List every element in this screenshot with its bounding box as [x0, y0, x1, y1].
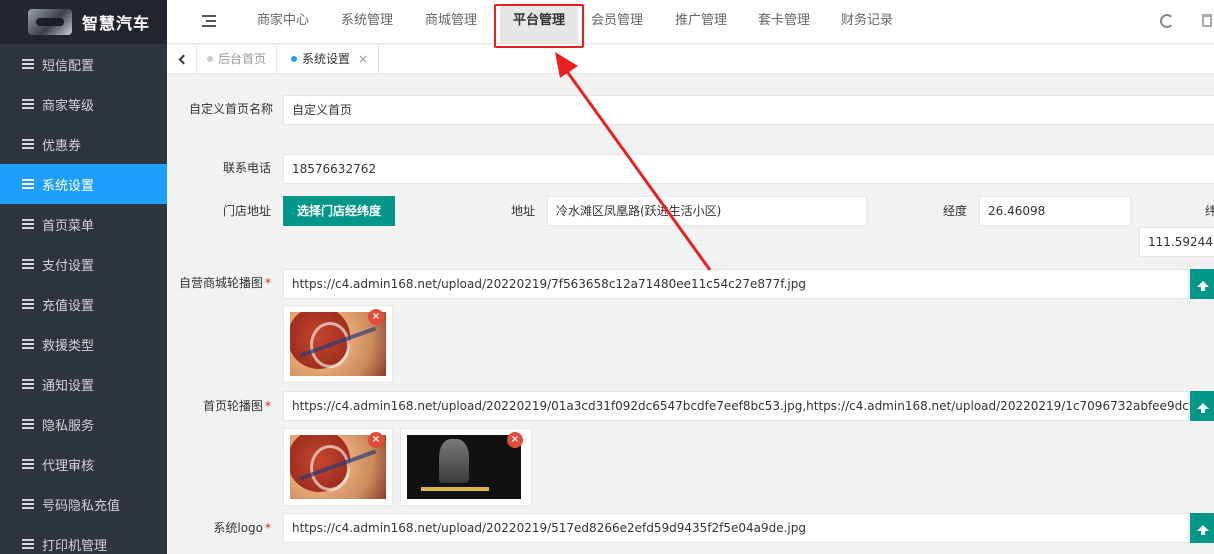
app-title: 智慧汽车 — [82, 14, 151, 33]
phone-input[interactable]: 18576632762 — [283, 154, 1214, 184]
sidebar: 智慧汽车 短信配置商家等级优惠券系统设置首页菜单支付设置充值设置救援类型通知设置… — [0, 0, 167, 554]
sidebar-item-label: 商家等级 — [42, 98, 95, 114]
sidebar-item[interactable]: 号码隐私充值 — [0, 484, 167, 524]
sidebar-item-label: 代理审核 — [42, 458, 95, 474]
tab-dot-icon — [291, 56, 297, 62]
mall-banner-input[interactable]: https://c4.admin168.net/upload/20220219/… — [283, 269, 1189, 299]
tab-prev-button[interactable] — [167, 45, 197, 74]
remove-image-icon[interactable]: × — [507, 432, 523, 448]
longitude-input[interactable]: 26.46098 — [979, 196, 1131, 226]
logo-input[interactable]: https://c4.admin168.net/upload/20220219/… — [283, 513, 1189, 543]
tab-dot-icon — [207, 56, 213, 62]
upload-icon — [1197, 281, 1209, 291]
tab-bar: 后台首页 系统设置 × — [167, 45, 1214, 74]
logo-upload-button[interactable] — [1190, 513, 1214, 543]
address-label: 地址 — [510, 204, 535, 218]
annotation-highlight-box — [494, 4, 584, 48]
tab-system-settings[interactable]: 系统设置 × — [281, 45, 380, 74]
home-banner-label: 首页轮播图 * — [202, 399, 271, 413]
list-icon — [22, 259, 34, 269]
select-location-button[interactable]: 选择门店经纬度 — [283, 196, 396, 226]
nav-card-management[interactable]: 套卡管理 — [750, 0, 818, 44]
logo-label: 系统logo * — [213, 521, 271, 535]
car-logo-icon — [28, 9, 72, 35]
mall-banner-thumbnail: × — [283, 305, 393, 383]
sidebar-item[interactable]: 系统设置 — [0, 164, 167, 204]
sidebar-item-label: 打印机管理 — [42, 538, 108, 554]
home-banner-upload-button[interactable] — [1190, 391, 1214, 421]
nav-promotion-management[interactable]: 推广管理 — [667, 0, 735, 44]
sidebar-item[interactable]: 打印机管理 — [0, 524, 167, 554]
list-icon — [22, 139, 34, 149]
list-icon — [22, 219, 34, 229]
sidebar-item[interactable]: 优惠券 — [0, 124, 167, 164]
app-logo[interactable]: 智慧汽车 — [0, 0, 167, 44]
list-icon — [22, 339, 34, 349]
list-icon — [22, 99, 34, 109]
sidebar-item[interactable]: 代理审核 — [0, 444, 167, 484]
sidebar-item-label: 首页菜单 — [42, 218, 95, 234]
upload-icon — [1197, 403, 1209, 413]
sidebar-item-label: 系统设置 — [42, 178, 95, 194]
mall-banner-upload-button[interactable] — [1190, 269, 1214, 299]
sidebar-item[interactable]: 隐私服务 — [0, 404, 167, 444]
sidebar-item-label: 救援类型 — [42, 338, 95, 354]
chevron-left-icon — [178, 54, 188, 65]
address-input[interactable]: 冷水滩区凤凰路(跃进生活小区) — [547, 196, 867, 226]
remove-image-icon[interactable]: × — [368, 432, 384, 448]
basketball-poster-image — [407, 435, 521, 499]
sidebar-item[interactable]: 救援类型 — [0, 324, 167, 364]
sidebar-item[interactable]: 通知设置 — [0, 364, 167, 404]
top-nav: 商家中心 系统管理 商城管理 平台管理 会员管理 推广管理 套卡管理 财务记录 — [167, 0, 1214, 44]
tab-label: 后台首页 — [218, 52, 267, 66]
homepage-name-label: 自定义首页名称 — [188, 102, 273, 116]
refresh-icon[interactable] — [1160, 14, 1174, 28]
sidebar-item-label: 充值设置 — [42, 298, 95, 314]
homepage-name-input[interactable]: 自定义首页 — [283, 95, 1214, 125]
nav-finance-records[interactable]: 财务记录 — [833, 0, 901, 44]
tab-label: 系统设置 — [302, 52, 351, 66]
sidebar-item-label: 优惠券 — [42, 138, 82, 154]
sidebar-item-label: 支付设置 — [42, 258, 95, 274]
list-icon — [22, 179, 34, 189]
mall-banner-label: 自营商城轮播图 * — [178, 276, 271, 290]
sidebar-item[interactable]: 充值设置 — [0, 284, 167, 324]
nav-mall-management[interactable]: 商城管理 — [417, 0, 485, 44]
list-icon — [22, 59, 34, 69]
sidebar-item[interactable]: 商家等级 — [0, 84, 167, 124]
tab-dashboard[interactable]: 后台首页 — [197, 45, 278, 74]
list-icon — [22, 379, 34, 389]
sidebar-item-label: 通知设置 — [42, 378, 95, 394]
home-banner-thumbnail-2: × — [400, 428, 532, 506]
sidebar-item-label: 隐私服务 — [42, 418, 95, 434]
list-icon — [22, 459, 34, 469]
sidebar-item[interactable]: 支付设置 — [0, 244, 167, 284]
trash-icon[interactable] — [1202, 14, 1212, 27]
list-icon — [22, 539, 34, 549]
sidebar-toggle-icon[interactable] — [202, 15, 216, 27]
settings-form: 自定义首页名称 自定义首页 联系电话 18576632762 门店地址 选择门店… — [167, 75, 1214, 554]
nav-merchant-center[interactable]: 商家中心 — [249, 0, 317, 44]
longitude-label: 经度 — [942, 204, 967, 218]
sidebar-item-label: 短信配置 — [42, 58, 95, 74]
list-icon — [22, 419, 34, 429]
phone-label: 联系电话 — [222, 161, 271, 175]
sidebar-item[interactable]: 短信配置 — [0, 44, 167, 84]
sidebar-item[interactable]: 首页菜单 — [0, 204, 167, 244]
store-address-label: 门店地址 — [222, 204, 271, 218]
list-icon — [22, 499, 34, 509]
latitude-input[interactable]: 111.59244 — [1139, 227, 1214, 257]
latitude-label: 纬 — [1204, 204, 1214, 218]
close-icon[interactable]: × — [358, 52, 368, 66]
sidebar-menu: 短信配置商家等级优惠券系统设置首页菜单支付设置充值设置救援类型通知设置隐私服务代… — [0, 44, 167, 554]
nav-system-management[interactable]: 系统管理 — [333, 0, 401, 44]
list-icon — [22, 299, 34, 309]
nav-member-management[interactable]: 会员管理 — [583, 0, 651, 44]
upload-icon — [1197, 525, 1209, 535]
sidebar-item-label: 号码隐私充值 — [42, 498, 121, 514]
home-banner-input[interactable]: https://c4.admin168.net/upload/20220219/… — [283, 391, 1189, 421]
remove-image-icon[interactable]: × — [368, 309, 384, 325]
home-banner-thumbnail-1: × — [283, 428, 393, 506]
